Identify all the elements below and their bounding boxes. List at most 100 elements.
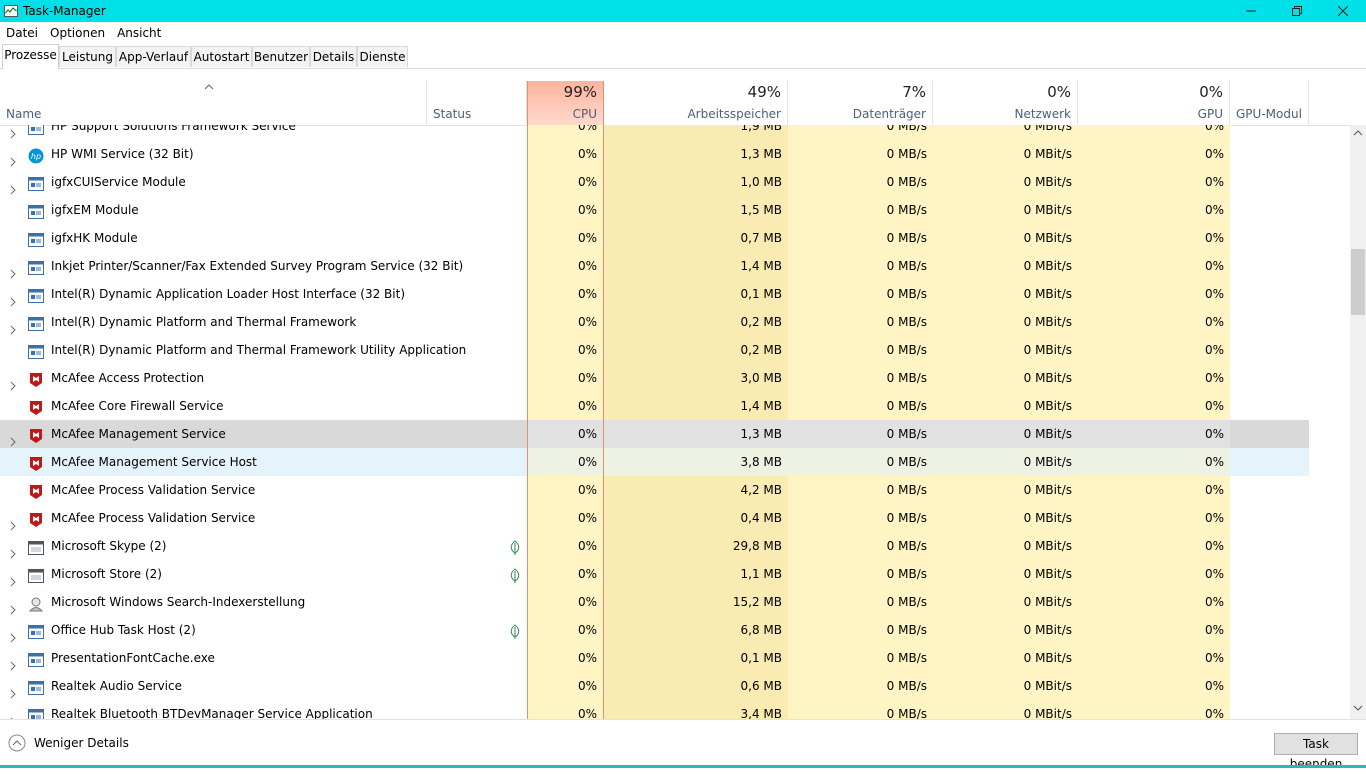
menu-optionen[interactable]: Optionen — [44, 26, 111, 40]
process-name: Realtek Bluetooth BTDevManager Service A… — [51, 707, 373, 719]
process-memory: 1,5 MB — [604, 196, 788, 224]
expand-chevron-icon[interactable] — [8, 289, 18, 307]
process-row[interactable]: Microsoft Store (2) 0% 1,1 MB 0 MB/s 0 MBit/… — [0, 560, 1309, 588]
tab-details[interactable]: Details — [310, 46, 357, 67]
menu-datei[interactable]: Datei — [0, 26, 44, 40]
column-network[interactable]: 0% Netzwerk — [933, 81, 1078, 125]
process-disk: 0 MB/s — [788, 672, 933, 700]
process-row[interactable]: Intel(R) Dynamic Platform and Thermal Fr… — [0, 308, 1309, 336]
process-name-cell: igfxEM Module — [0, 196, 427, 224]
process-name: igfxCUIService Module — [51, 175, 186, 189]
service-icon — [28, 125, 44, 135]
expand-chevron-icon[interactable] — [8, 597, 18, 615]
expand-chevron-icon[interactable] — [8, 177, 18, 195]
process-row[interactable]: Realtek Bluetooth BTDevManager Service A… — [0, 700, 1309, 719]
column-memory[interactable]: 49% Arbeitsspeicher — [604, 81, 788, 125]
process-row[interactable]: Microsoft Windows Search-Indexerstellung… — [0, 588, 1309, 616]
process-cpu: 0% — [527, 476, 604, 504]
expand-chevron-icon[interactable] — [8, 429, 18, 447]
expand-chevron-icon[interactable] — [8, 541, 18, 559]
expand-chevron-icon[interactable] — [8, 513, 18, 531]
process-name-cell: McAfee Process Validation Service — [0, 504, 427, 532]
svg-text:hp: hp — [31, 152, 41, 161]
process-row[interactable]: igfxHK Module 0% 0,7 MB 0 MB/s 0 MBit/s 0% — [0, 224, 1309, 252]
process-gpu: 0% — [1078, 224, 1230, 252]
mcafee-icon — [28, 482, 44, 499]
process-name: McAfee Process Validation Service — [51, 511, 256, 525]
menu-ansicht[interactable]: Ansicht — [111, 26, 167, 40]
process-row[interactable]: Intel(R) Dynamic Platform and Thermal Fr… — [0, 336, 1309, 364]
tab-leistung[interactable]: Leistung — [59, 46, 116, 67]
process-network: 0 MBit/s — [933, 476, 1078, 504]
tab-autostart[interactable]: Autostart — [191, 46, 252, 67]
expand-chevron-icon[interactable] — [8, 569, 18, 587]
process-cpu: 0% — [527, 224, 604, 252]
column-name[interactable]: Name — [0, 81, 427, 125]
process-network: 0 MBit/s — [933, 560, 1078, 588]
process-row[interactable]: McAfee Management Service 0% 1,3 MB 0 MB/s 0… — [0, 420, 1309, 448]
sort-ascending-icon — [204, 84, 214, 90]
expand-chevron-icon[interactable] — [8, 681, 18, 699]
end-task-button[interactable]: Task beenden — [1274, 733, 1358, 771]
column-cpu[interactable]: 99% CPU — [527, 81, 604, 125]
scroll-down-arrow-icon[interactable] — [1353, 705, 1363, 711]
expand-chevron-icon[interactable] — [8, 709, 18, 719]
network-total-percent: 0% — [1047, 83, 1071, 101]
expand-chevron-icon[interactable] — [8, 653, 18, 671]
vertical-scrollbar[interactable] — [1350, 125, 1366, 719]
close-button[interactable] — [1320, 0, 1366, 22]
process-row[interactable]: McAfee Process Validation Service 0% 4,2 M… — [0, 476, 1309, 504]
process-gpu-module — [1230, 504, 1309, 532]
process-row[interactable]: Microsoft Skype (2) 0% 29,8 MB 0 MB/s 0 MBit… — [0, 532, 1309, 560]
process-network: 0 MBit/s — [933, 532, 1078, 560]
process-name-cell: Inkjet Printer/Scanner/Fax Extended Surv… — [0, 252, 463, 280]
process-memory: 4,2 MB — [604, 476, 788, 504]
column-gpu[interactable]: 0% GPU — [1078, 81, 1230, 125]
expand-chevron-icon[interactable] — [8, 317, 18, 335]
process-name: Intel(R) Dynamic Platform and Thermal Fr… — [51, 343, 467, 357]
process-name: igfxEM Module — [51, 203, 139, 217]
process-row[interactable]: McAfee Access Protection 0% 3,0 MB 0 MB/s 0 … — [0, 364, 1309, 392]
restore-button[interactable] — [1274, 0, 1320, 22]
process-gpu-module — [1230, 448, 1309, 476]
tab-benutzer[interactable]: Benutzer — [252, 46, 310, 67]
process-row[interactable]: hp HP WMI Service (32 Bit) 0% 1,3 MB 0 MB/s 0… — [0, 140, 1309, 168]
fewer-details-button[interactable]: Weniger Details — [8, 734, 129, 752]
process-network: 0 MBit/s — [933, 224, 1078, 252]
scrollbar-thumb[interactable] — [1351, 249, 1365, 315]
process-row[interactable]: Intel(R) Dynamic Application Loader Host… — [0, 280, 1309, 308]
expand-chevron-icon[interactable] — [8, 373, 18, 391]
expand-chevron-icon[interactable] — [8, 125, 18, 139]
process-row[interactable]: igfxEM Module 0% 1,5 MB 0 MB/s 0 MBit/s 0% — [0, 196, 1309, 224]
process-network: 0 MBit/s — [933, 700, 1078, 719]
process-name: Realtek Audio Service — [51, 679, 182, 693]
process-row[interactable]: Office Hub Task Host (2) 0% 6,8 MB 0 MB/s 0 … — [0, 616, 1309, 644]
process-row[interactable]: HP Support Solutions Framework Service 0%… — [0, 125, 1309, 140]
column-status[interactable]: Status — [427, 81, 527, 125]
service-icon — [28, 650, 44, 667]
process-row[interactable]: McAfee Process Validation Service 0% 0,4 M… — [0, 504, 1309, 532]
expand-chevron-icon[interactable] — [8, 261, 18, 279]
process-row[interactable]: igfxCUIService Module 0% 1,0 MB 0 MB/s 0 MBi… — [0, 168, 1309, 196]
mcafee-icon — [28, 426, 44, 443]
expand-chevron-icon[interactable] — [8, 149, 18, 167]
process-row[interactable]: McAfee Core Firewall Service 0% 1,4 MB 0 MB… — [0, 392, 1309, 420]
process-disk: 0 MB/s — [788, 448, 933, 476]
minimize-icon — [1246, 10, 1256, 12]
column-disk[interactable]: 7% Datenträger — [788, 81, 933, 125]
process-row[interactable]: Realtek Audio Service 0% 0,6 MB 0 MB/s 0 MBi… — [0, 672, 1309, 700]
process-row[interactable]: PresentationFontCache.exe 0% 0,1 MB 0 MB/s 0… — [0, 644, 1309, 672]
process-row[interactable]: Inkjet Printer/Scanner/Fax Extended Surv… — [0, 252, 1309, 280]
tab-prozesse[interactable]: Prozesse — [2, 44, 59, 69]
tab-dienste[interactable]: Dienste — [357, 46, 408, 67]
process-cpu: 0% — [527, 364, 604, 392]
process-name-cell: Intel(R) Dynamic Application Loader Host… — [0, 280, 427, 308]
process-name: HP WMI Service (32 Bit) — [51, 147, 194, 161]
scroll-up-arrow-icon[interactable] — [1353, 130, 1363, 136]
minimize-button[interactable] — [1228, 0, 1274, 22]
column-gpu-module[interactable]: GPU-Modul — [1230, 81, 1309, 125]
process-gpu: 0% — [1078, 644, 1230, 672]
tab-app-verlauf[interactable]: App-Verlauf — [116, 46, 191, 67]
process-row[interactable]: McAfee Management Service Host 0% 3,8 MB 0 … — [0, 448, 1309, 476]
expand-chevron-icon[interactable] — [8, 625, 18, 643]
